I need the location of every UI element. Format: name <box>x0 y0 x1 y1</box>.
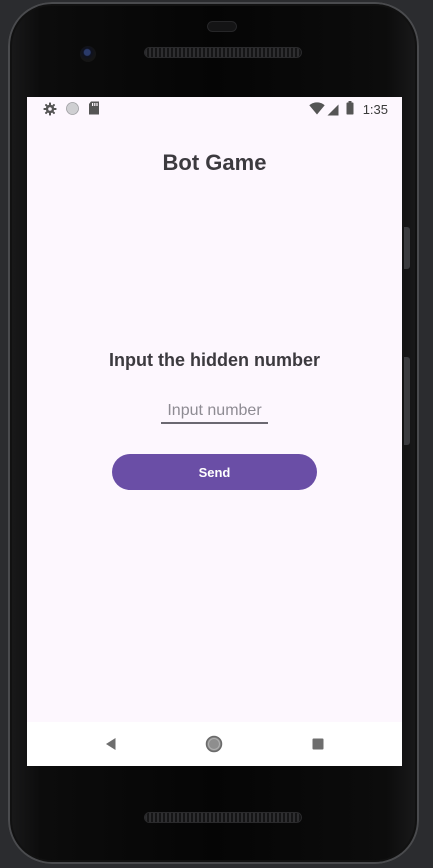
gear-icon <box>43 102 57 121</box>
send-button[interactable]: Send <box>112 454 317 490</box>
power-button <box>404 227 410 269</box>
recents-icon[interactable] <box>306 732 330 756</box>
bottom-speaker-grille <box>145 813 301 822</box>
navigation-bar <box>27 722 402 766</box>
phone-frame: 1:35 Bot Game Input the hidden number Se… <box>8 2 419 864</box>
battery-icon <box>346 101 354 120</box>
circle-icon <box>66 102 79 120</box>
back-icon[interactable] <box>99 732 123 756</box>
earpiece <box>208 22 236 31</box>
signal-icon <box>327 103 339 121</box>
volume-rocker <box>404 357 410 445</box>
sd-card-icon <box>88 101 100 120</box>
prompt-label: Input the hidden number <box>109 350 320 370</box>
home-icon[interactable] <box>202 732 226 756</box>
top-speaker-grille <box>145 48 301 57</box>
screen: 1:35 Bot Game Input the hidden number Se… <box>27 97 402 766</box>
number-input[interactable] <box>161 400 268 424</box>
wifi-icon <box>309 102 325 120</box>
status-time: 1:35 <box>362 102 388 117</box>
status-bar: 1:35 <box>27 97 402 121</box>
page-title: Bot Game <box>162 150 267 175</box>
front-camera <box>80 46 96 62</box>
